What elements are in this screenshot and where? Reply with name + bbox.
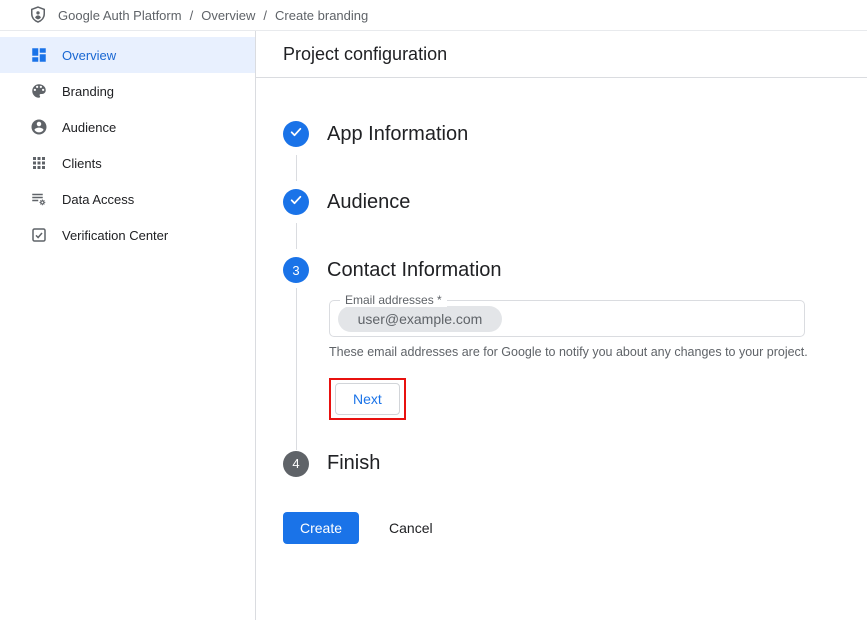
- check-icon: [289, 193, 303, 212]
- sidebar-item-overview[interactable]: Overview: [0, 37, 255, 73]
- step-completed-circle: [283, 121, 309, 147]
- breadcrumb-separator: /: [263, 8, 267, 23]
- breadcrumb-create-branding: Create branding: [275, 8, 368, 23]
- palette-icon: [30, 82, 48, 100]
- step-label: Audience: [327, 191, 410, 214]
- step-active-circle: 3: [283, 257, 309, 283]
- step-connector: [296, 155, 867, 181]
- overview-dashboard-icon: [30, 46, 48, 64]
- sidebar-item-branding[interactable]: Branding: [0, 73, 255, 109]
- sidebar: Overview Branding Audience Clients: [0, 31, 256, 620]
- breadcrumb-google-auth-platform[interactable]: Google Auth Platform: [58, 8, 182, 23]
- breadcrumb-overview[interactable]: Overview: [201, 8, 255, 23]
- step-label: Finish: [327, 452, 380, 475]
- step-label: App Information: [327, 123, 468, 146]
- sidebar-item-label: Overview: [62, 48, 116, 63]
- create-button[interactable]: Create: [283, 512, 359, 544]
- step-contact-information[interactable]: 3 Contact Information: [283, 256, 867, 284]
- page-title: Project configuration: [256, 31, 867, 78]
- annotation-highlight-box: Next: [329, 378, 406, 420]
- contact-information-form: Email addresses * user@example.com These…: [296, 288, 867, 450]
- breadcrumb-separator: /: [190, 8, 194, 23]
- breadcrumb: Google Auth Platform / Overview / Create…: [58, 8, 368, 23]
- sidebar-item-label: Branding: [62, 84, 114, 99]
- sidebar-item-clients[interactable]: Clients: [0, 145, 255, 181]
- cancel-button[interactable]: Cancel: [389, 520, 433, 536]
- sidebar-item-label: Verification Center: [62, 228, 168, 243]
- step-connector: [296, 223, 867, 249]
- email-helper-text: These email addresses are for Google to …: [329, 344, 809, 362]
- next-button[interactable]: Next: [335, 383, 400, 415]
- form-actions: Create Cancel: [283, 512, 867, 544]
- email-chip[interactable]: user@example.com: [338, 306, 502, 332]
- email-addresses-field[interactable]: Email addresses * user@example.com: [329, 300, 805, 337]
- step-completed-circle: [283, 189, 309, 215]
- step-finish[interactable]: 4 Finish: [283, 450, 867, 478]
- step-number: 4: [292, 456, 299, 471]
- step-label: Contact Information: [327, 259, 502, 282]
- step-number: 3: [292, 263, 299, 278]
- auth-platform-logo-icon: [28, 5, 48, 25]
- main-content: Project configuration App Information: [256, 31, 867, 620]
- check-icon: [289, 125, 303, 144]
- email-field-label: Email addresses *: [340, 293, 447, 307]
- sidebar-item-data-access[interactable]: Data Access: [0, 181, 255, 217]
- step-audience[interactable]: Audience: [283, 188, 867, 216]
- step-app-information[interactable]: App Information: [283, 120, 867, 148]
- top-bar: Google Auth Platform / Overview / Create…: [0, 0, 867, 31]
- sidebar-item-label: Clients: [62, 156, 102, 171]
- sidebar-item-audience[interactable]: Audience: [0, 109, 255, 145]
- sidebar-item-verification-center[interactable]: Verification Center: [0, 217, 255, 253]
- step-pending-circle: 4: [283, 451, 309, 477]
- checkbox-check-icon: [30, 226, 48, 244]
- person-circle-icon: [30, 118, 48, 136]
- data-access-gear-icon: [30, 190, 48, 208]
- sidebar-item-label: Data Access: [62, 192, 134, 207]
- sidebar-item-label: Audience: [62, 120, 116, 135]
- apps-grid-icon: [30, 154, 48, 172]
